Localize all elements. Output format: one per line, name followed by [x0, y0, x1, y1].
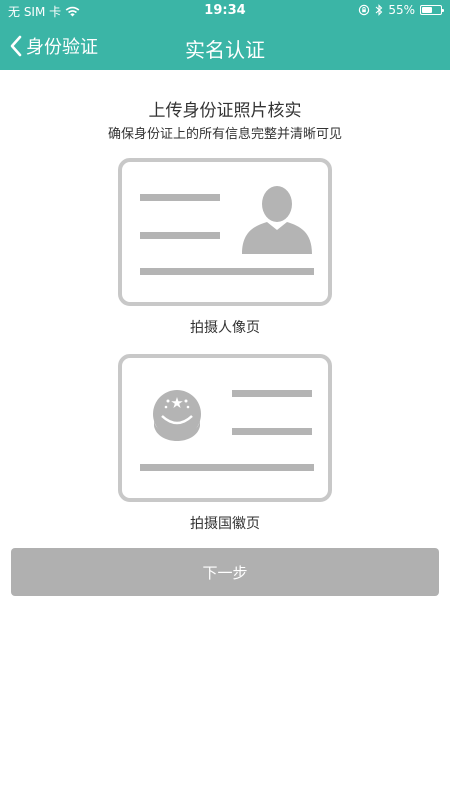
status-right: 55%: [358, 3, 444, 17]
id-card-front-upload[interactable]: [118, 158, 332, 306]
upload-subheading: 确保身份证上的所有信息完整并清晰可见: [107, 127, 342, 142]
screen: 无 SIM 卡 19:34 55% 身份验证 实名认证 上传身份证照片核实 确保…: [0, 0, 450, 800]
next-step-button[interactable]: 下一步: [11, 548, 439, 596]
capture-portrait-label: 拍摄人像页: [190, 320, 260, 336]
status-bar: 无 SIM 卡 19:34 55%: [0, 0, 450, 22]
text-line-placeholder: [140, 464, 314, 471]
battery-tip: [442, 9, 444, 12]
text-line-placeholder: [232, 390, 312, 397]
battery-icon: [420, 5, 444, 15]
national-emblem-icon: [153, 390, 201, 441]
bluetooth-icon: [375, 4, 383, 16]
capture-emblem-label: 拍摄国徽页: [190, 516, 260, 532]
upload-heading: 上传身份证照片核实: [148, 101, 302, 121]
text-line-placeholder: [140, 232, 220, 239]
portrait-silhouette-icon: [242, 186, 312, 254]
nav-bar: 身份验证 实名认证: [0, 22, 450, 70]
orientation-lock-icon: [359, 4, 370, 16]
id-card-back-upload[interactable]: [118, 354, 332, 502]
text-line-placeholder: [232, 428, 312, 435]
header: 无 SIM 卡 19:34 55% 身份验证 实名认证: [0, 0, 450, 70]
text-line-placeholder: [140, 194, 220, 201]
battery-fill: [422, 7, 432, 13]
battery-percent: 55%: [388, 3, 415, 17]
text-line-placeholder: [140, 268, 314, 275]
page-title: 实名认证: [185, 38, 265, 62]
